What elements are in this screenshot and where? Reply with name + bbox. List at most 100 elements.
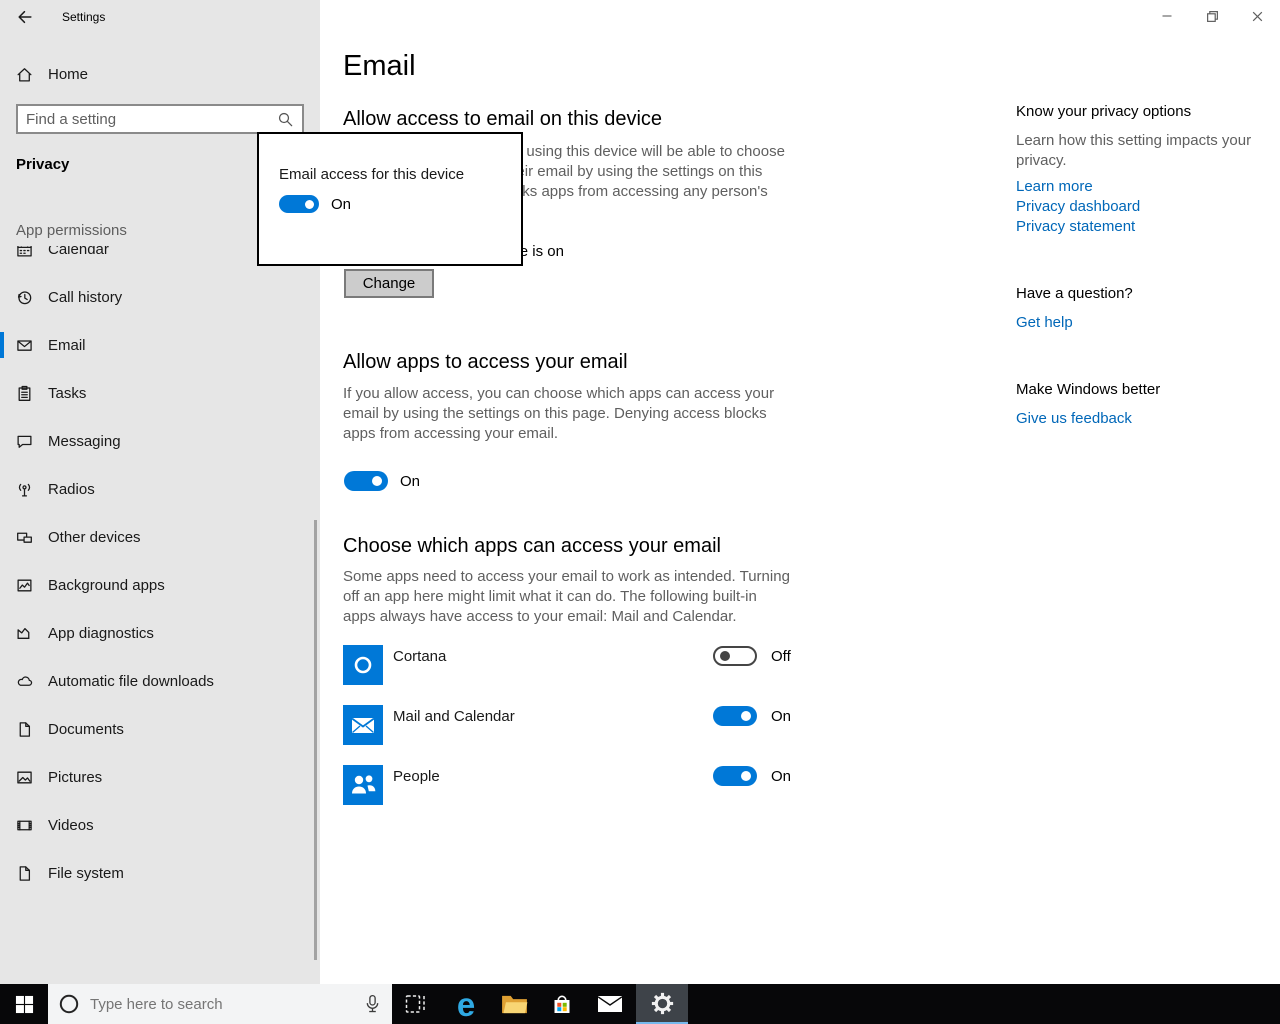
sidebar-item-home[interactable]: Home xyxy=(0,56,320,92)
question-heading: Have a question? xyxy=(1016,285,1133,302)
task-view-icon xyxy=(405,995,425,1013)
background-apps-icon xyxy=(16,577,33,594)
description-line: Some apps need to access your email to w… xyxy=(343,568,790,585)
file-system-icon xyxy=(16,865,33,882)
edge-taskbar-button[interactable]: e xyxy=(442,984,490,1024)
sidebar-item-radios[interactable]: Radios xyxy=(0,465,320,513)
window-title: Settings xyxy=(62,10,106,24)
search-box[interactable] xyxy=(16,104,304,134)
home-label: Home xyxy=(48,65,89,83)
people-toggle[interactable] xyxy=(713,766,757,786)
mail-icon xyxy=(597,996,623,1012)
sidebar-item-other-devices[interactable]: Other devices xyxy=(0,513,320,561)
get-help-link[interactable]: Get help xyxy=(1016,313,1073,333)
cloud-icon xyxy=(16,673,33,690)
toggle-knob xyxy=(741,711,751,721)
allow-apps-toggle-state: On xyxy=(400,473,421,490)
file-explorer-taskbar-button[interactable] xyxy=(490,984,538,1024)
taskbar-search-box[interactable] xyxy=(48,984,392,1024)
sidebar-item-app-diagnostics[interactable]: App diagnostics xyxy=(0,609,320,657)
description-line: apps from accessing your email. xyxy=(343,425,559,442)
settings-taskbar-button[interactable] xyxy=(636,984,688,1024)
privacy-statement-link[interactable]: Privacy statement xyxy=(1016,217,1140,237)
search-input[interactable] xyxy=(18,110,277,128)
app-name: Mail and Calendar xyxy=(393,708,515,725)
sidebar-item-call-history[interactable]: Call history xyxy=(0,273,320,321)
sidebar-item-pictures[interactable]: Pictures xyxy=(0,753,320,801)
people-app-icon xyxy=(343,765,383,805)
email-access-flyout: Email access for this device On xyxy=(257,132,523,266)
sidebar-nav: Calendar Call history Email Tasks Messag… xyxy=(0,246,320,984)
taskbar: e The Collection Book 4:24 A xyxy=(0,984,1280,1024)
toggle-knob xyxy=(305,199,314,209)
tasks-icon xyxy=(16,385,33,402)
description-line: If you allow access, you can choose whic… xyxy=(343,385,775,402)
messaging-icon xyxy=(16,433,33,450)
app-name: Cortana xyxy=(393,648,447,665)
apps-toggle-heading: Allow apps to access your email xyxy=(343,351,628,373)
allow-apps-toggle[interactable] xyxy=(344,471,388,491)
privacy-options-heading: Know your privacy options xyxy=(1016,103,1192,120)
videos-icon xyxy=(16,817,33,834)
description-line: apps always have access to your email: M… xyxy=(343,608,737,625)
sidebar-item-videos[interactable]: Videos xyxy=(0,801,320,849)
taskbar-search-input[interactable] xyxy=(80,995,365,1013)
store-icon xyxy=(554,995,570,1013)
page-category-title: Privacy xyxy=(16,156,70,173)
folder-icon xyxy=(501,995,527,1013)
flyout-toggle-state: On xyxy=(331,196,352,213)
description-line: email by using the settings on this page… xyxy=(343,405,767,422)
cortana-toggle[interactable] xyxy=(713,646,757,666)
cortana-circle-icon xyxy=(58,993,80,1015)
sidebar-item-messaging[interactable]: Messaging xyxy=(0,417,320,465)
microphone-icon[interactable] xyxy=(365,994,380,1015)
feedback-heading: Make Windows better xyxy=(1016,381,1161,398)
flyout-label: Email access for this device xyxy=(279,166,465,183)
privacy-dashboard-link[interactable]: Privacy dashboard xyxy=(1016,197,1140,217)
calendar-icon xyxy=(16,246,33,258)
sidebar-item-file-system[interactable]: File system xyxy=(0,849,320,897)
gear-icon xyxy=(651,992,673,1014)
pictures-icon xyxy=(16,769,33,786)
settings-window: Settings Home Privacy App permissions Ca… xyxy=(0,0,1280,1024)
back-button[interactable] xyxy=(16,8,34,26)
privacy-options-description: Learn how this setting impacts your priv… xyxy=(1016,132,1252,169)
cortana-app-icon xyxy=(343,645,383,685)
store-taskbar-button[interactable] xyxy=(538,984,586,1024)
selected-accent-bar xyxy=(0,332,4,358)
sidebar-item-automatic-file-downloads[interactable]: Automatic file downloads xyxy=(0,657,320,705)
sidebar-item-email[interactable]: Email xyxy=(0,321,320,369)
change-button[interactable]: Change xyxy=(344,269,434,298)
toggle-knob xyxy=(741,771,751,781)
group-label: App permissions xyxy=(16,222,127,239)
access-section-heading: Allow access to email on this device xyxy=(343,108,663,130)
sidebar-item-tasks[interactable]: Tasks xyxy=(0,369,320,417)
start-button[interactable] xyxy=(0,984,48,1024)
search-icon[interactable] xyxy=(277,111,294,128)
app-diagnostics-icon xyxy=(16,625,33,642)
close-button[interactable] xyxy=(1242,2,1272,30)
sidebar-scrollbar[interactable] xyxy=(314,520,317,960)
cortana-toggle-state: Off xyxy=(771,648,791,665)
radios-icon xyxy=(16,481,33,498)
mail-taskbar-button[interactable] xyxy=(586,984,634,1024)
email-icon xyxy=(16,337,33,354)
sidebar-item-background-apps[interactable]: Background apps xyxy=(0,561,320,609)
privacy-links: Learn more Privacy dashboard Privacy sta… xyxy=(1016,177,1140,237)
people-toggle-state: On xyxy=(771,768,792,785)
apps-toggle-description: If you allow access, you can choose whic… xyxy=(343,384,774,444)
page-title: Email xyxy=(343,50,416,82)
learn-more-link[interactable]: Learn more xyxy=(1016,177,1140,197)
choose-section-description: Some apps need to access your email to w… xyxy=(343,567,790,627)
restore-button[interactable] xyxy=(1197,2,1227,30)
description-line: off an app here might limit what it can … xyxy=(343,588,757,605)
task-view-button[interactable] xyxy=(392,984,440,1024)
call-history-icon xyxy=(16,289,33,306)
give-feedback-link[interactable]: Give us feedback xyxy=(1016,409,1132,429)
flyout-email-access-toggle[interactable] xyxy=(279,195,319,213)
sidebar-item-documents[interactable]: Documents xyxy=(0,705,320,753)
app-name: People xyxy=(393,768,440,785)
edge-icon: e xyxy=(456,985,476,1023)
minimize-button[interactable] xyxy=(1152,2,1182,30)
mail-and-calendar-toggle[interactable] xyxy=(713,706,757,726)
